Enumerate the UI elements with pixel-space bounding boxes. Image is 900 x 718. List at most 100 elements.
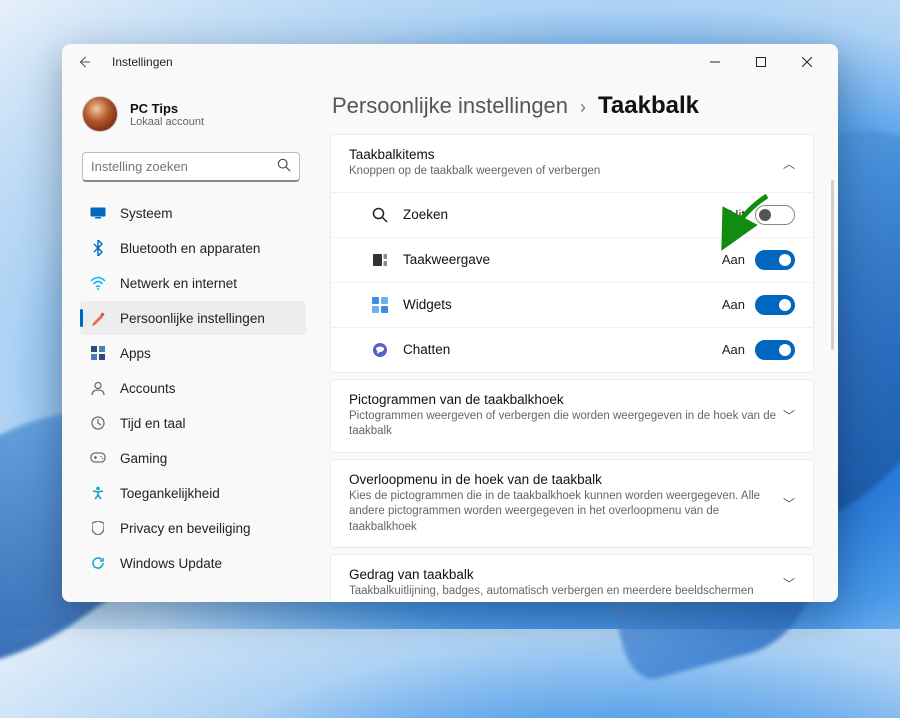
toggle-state-text: Aan: [722, 297, 745, 312]
bluetooth-icon: [90, 240, 106, 256]
toggle-state-text: Aan: [722, 252, 745, 267]
nav-item-accessibility[interactable]: Toegankelijkheid: [80, 476, 306, 510]
system-icon: [90, 205, 106, 221]
nav-item-time[interactable]: Tijd en taal: [80, 406, 306, 440]
section-subtitle: Kies de pictogrammen die in de taakbalkh…: [349, 489, 783, 536]
nav-item-label: Bluetooth en apparaten: [120, 241, 260, 256]
nav-list: Systeem Bluetooth en apparaten Netwerk en …: [80, 196, 306, 580]
time-icon: [90, 415, 106, 431]
nav-item-label: Apps: [120, 346, 151, 361]
titlebar: Instellingen: [62, 44, 838, 80]
chevron-right-icon: ›: [580, 97, 586, 118]
section-header-behavior[interactable]: Gedrag van taakbalk Taakbalkuitlijning, …: [331, 555, 813, 602]
toggle-switch-chat[interactable]: [755, 340, 795, 360]
toggle-row-search: Zoeken Uit: [331, 192, 813, 237]
nav-item-network[interactable]: Netwerk en internet: [80, 266, 306, 300]
settings-window: Instellingen PC Tips Lokaal account Sy: [62, 44, 838, 602]
window-controls: [692, 44, 830, 80]
profile-name: PC Tips: [130, 101, 204, 116]
section-subtitle: Pictogrammen weergeven of verbergen die …: [349, 409, 783, 440]
nav-item-update[interactable]: Windows Update: [80, 546, 306, 580]
chevron-down-icon: ﹀: [783, 575, 795, 592]
taskview-icon: [371, 251, 389, 269]
nav-item-label: Tijd en taal: [120, 416, 186, 431]
search-input[interactable]: [91, 159, 277, 174]
maximize-button[interactable]: [738, 44, 784, 80]
chevron-down-icon: ﹀: [783, 407, 795, 424]
arrow-left-icon: [77, 55, 91, 69]
close-button[interactable]: [784, 44, 830, 80]
nav-item-apps[interactable]: Apps: [80, 336, 306, 370]
nav-item-label: Netwerk en internet: [120, 276, 237, 291]
chat-icon: [371, 341, 389, 359]
toggle-switch-widgets[interactable]: [755, 295, 795, 315]
nav-item-personalization[interactable]: Persoonlijke instellingen: [80, 301, 306, 335]
nav-item-bluetooth[interactable]: Bluetooth en apparaten: [80, 231, 306, 265]
toggle-state-text: Aan: [722, 342, 745, 357]
section-header-overflow[interactable]: Overloopmenu in de hoek van de taakbalk …: [331, 460, 813, 548]
network-icon: [90, 275, 106, 291]
toggle-row-chat: Chatten Aan: [331, 327, 813, 372]
scrollbar[interactable]: [831, 180, 834, 350]
accessibility-icon: [90, 485, 106, 501]
nav-item-label: Persoonlijke instellingen: [120, 311, 265, 326]
privacy-icon: [90, 520, 106, 536]
breadcrumb-parent[interactable]: Persoonlijke instellingen: [332, 93, 568, 119]
section-title: Taakbalkitems: [349, 147, 783, 162]
breadcrumb-current: Taakbalk: [598, 92, 699, 120]
toggle-row-taskview: Taakweergave Aan: [331, 237, 813, 282]
nav-item-label: Gaming: [120, 451, 167, 466]
section-behavior: Gedrag van taakbalk Taakbalkuitlijning, …: [330, 554, 814, 602]
nav-item-label: Privacy en beveiliging: [120, 521, 251, 536]
section-overflow: Overloopmenu in de hoek van de taakbalk …: [330, 459, 814, 549]
section-header-corner-icons[interactable]: Pictogrammen van de taakbalkhoek Pictogr…: [331, 380, 813, 452]
section-subtitle: Knoppen op de taakbalk weergeven of verb…: [349, 164, 783, 180]
nav-item-privacy[interactable]: Privacy en beveiliging: [80, 511, 306, 545]
search-icon: [277, 158, 291, 175]
minimize-icon: [710, 57, 720, 67]
breadcrumb: Persoonlijke instellingen › Taakbalk: [332, 92, 814, 120]
widgets-icon: [371, 296, 389, 314]
side-panel: PC Tips Lokaal account Systeem Bluetooth …: [62, 80, 314, 602]
accounts-icon: [90, 380, 106, 396]
profile-subtitle: Lokaal account: [130, 116, 204, 128]
toggle-label: Zoeken: [403, 207, 729, 222]
content-area: Persoonlijke instellingen › Taakbalk Taa…: [314, 80, 838, 602]
section-taskbar-items: Taakbalkitems Knoppen op de taakbalk wee…: [330, 134, 814, 373]
search-icon: [371, 206, 389, 224]
section-title: Gedrag van taakbalk: [349, 567, 783, 582]
search-box[interactable]: [82, 152, 300, 182]
toggle-label: Taakweergave: [403, 252, 722, 267]
apps-icon: [90, 345, 106, 361]
toggle-state-text: Uit: [729, 207, 745, 222]
chevron-up-icon: ︿: [783, 155, 795, 172]
nav-item-label: Systeem: [120, 206, 173, 221]
avatar: [82, 96, 118, 132]
nav-item-label: Toegankelijkheid: [120, 486, 220, 501]
toggle-label: Widgets: [403, 297, 722, 312]
section-title: Overloopmenu in de hoek van de taakbalk: [349, 472, 783, 487]
section-subtitle: Taakbalkuitlijning, badges, automatisch …: [349, 584, 783, 600]
minimize-button[interactable]: [692, 44, 738, 80]
nav-item-system[interactable]: Systeem: [80, 196, 306, 230]
personalization-icon: [90, 310, 106, 326]
nav-item-gaming[interactable]: Gaming: [80, 441, 306, 475]
toggle-switch-taskview[interactable]: [755, 250, 795, 270]
nav-item-label: Windows Update: [120, 556, 222, 571]
back-button[interactable]: [70, 48, 98, 76]
nav-item-label: Accounts: [120, 381, 176, 396]
section-corner-icons: Pictogrammen van de taakbalkhoek Pictogr…: [330, 379, 814, 453]
maximize-icon: [756, 57, 766, 67]
chevron-down-icon: ﹀: [783, 495, 795, 512]
toggle-switch-search[interactable]: [755, 205, 795, 225]
window-title: Instellingen: [112, 55, 692, 69]
gaming-icon: [90, 450, 106, 466]
section-title: Pictogrammen van de taakbalkhoek: [349, 392, 783, 407]
update-icon: [90, 555, 106, 571]
close-icon: [802, 57, 812, 67]
toggle-label: Chatten: [403, 342, 722, 357]
section-header-taskbar-items[interactable]: Taakbalkitems Knoppen op de taakbalk wee…: [331, 135, 813, 192]
profile-block[interactable]: PC Tips Lokaal account: [80, 88, 306, 148]
toggle-row-widgets: Widgets Aan: [331, 282, 813, 327]
nav-item-accounts[interactable]: Accounts: [80, 371, 306, 405]
